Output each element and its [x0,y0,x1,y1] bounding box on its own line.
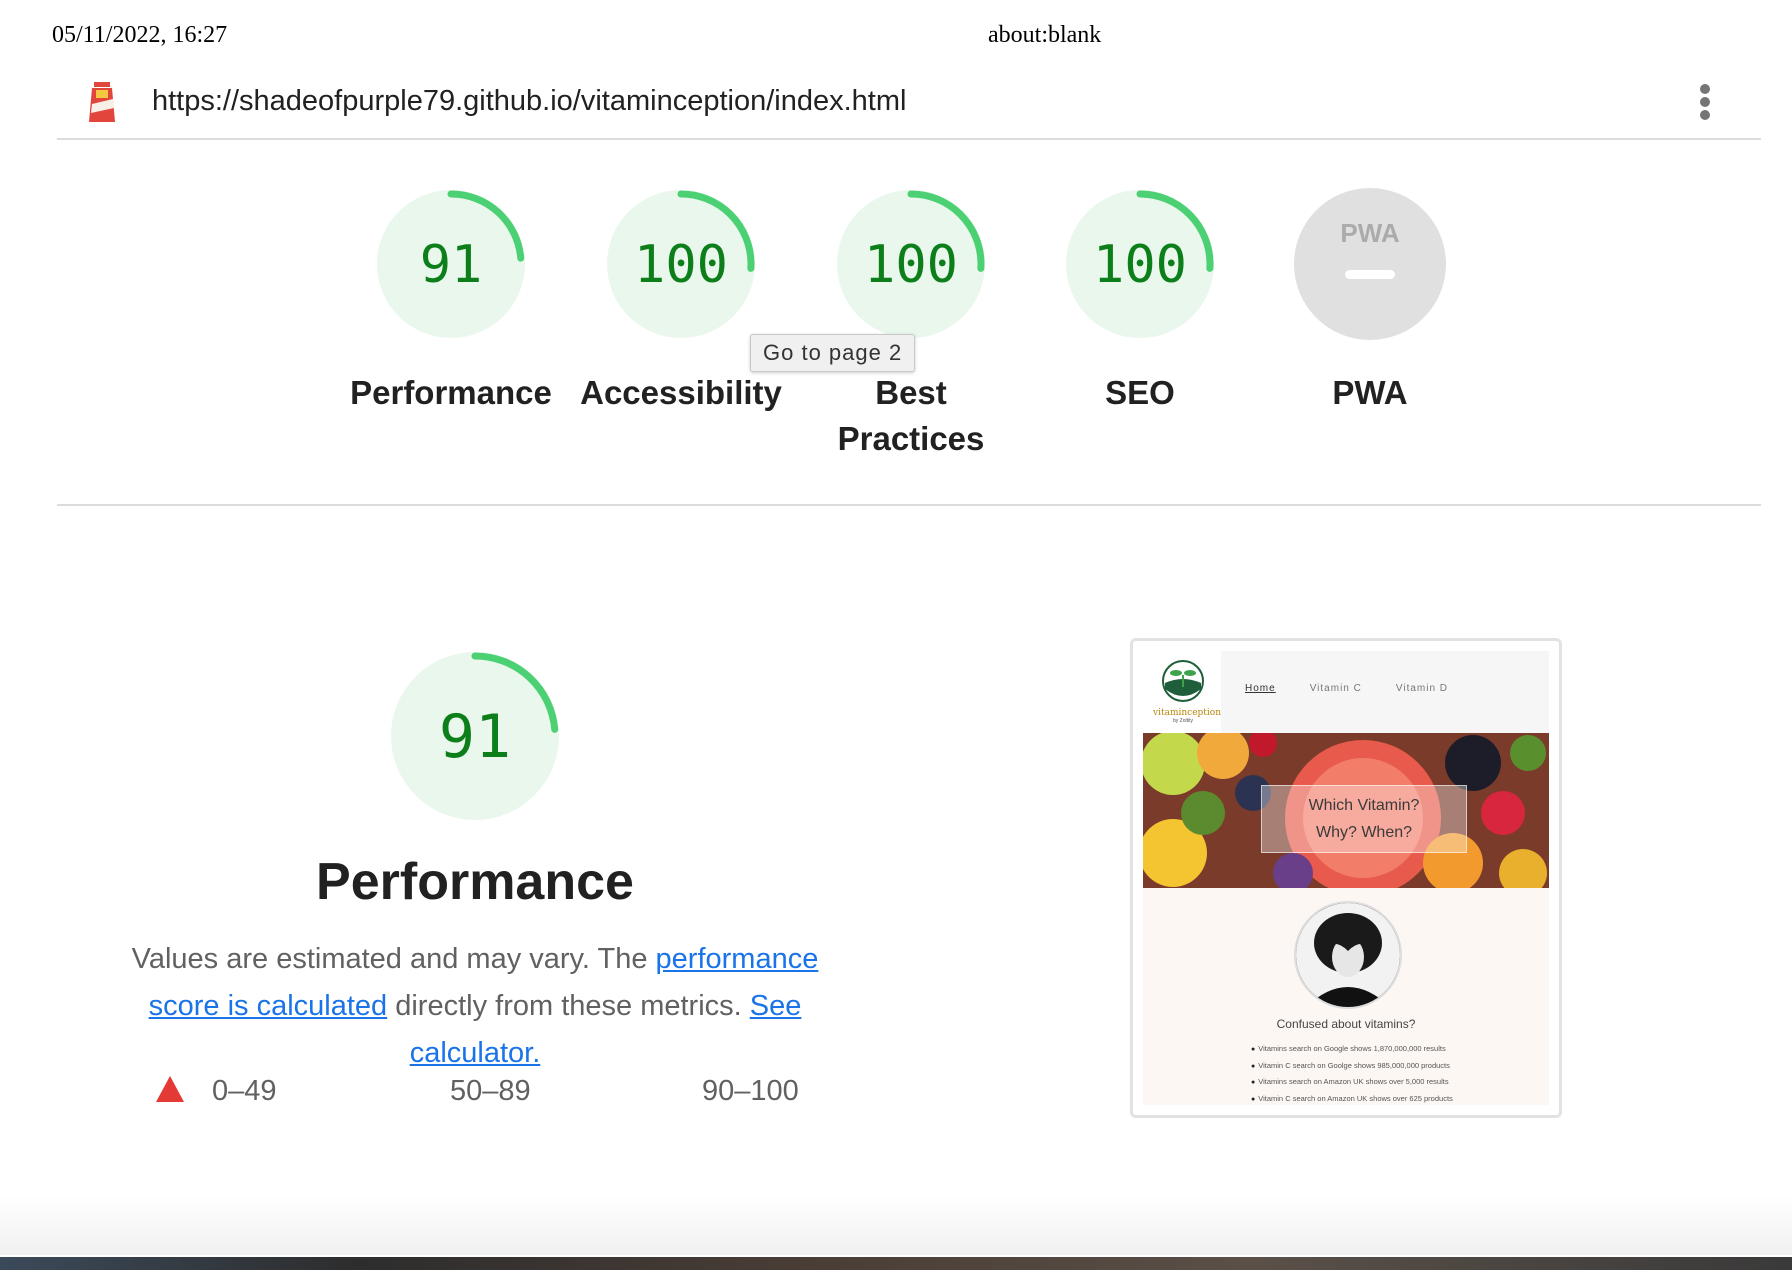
gauge-accessibility[interactable]: 100 Accessibility [576,186,786,416]
gauge-best-practices-ring: 100 [837,190,985,338]
screenshot-list-item: Vitamins search on Amazon UK shows over … [1251,1074,1453,1091]
pwa-badge-icon: PWA [1340,218,1399,248]
page-bottom-fade [0,1195,1792,1255]
sprout-logo-icon [1162,660,1204,702]
hero-line-2: Why? When? [1315,824,1413,841]
legend-pass-label: 90–100 [702,1075,799,1107]
screenshot-hero: Which Vitamin? Why? When? [1143,733,1549,888]
screenshot-list-item: Vitamin C search on Amazon UK shows over… [1251,1091,1453,1106]
gauge-accessibility-ring: 100 [607,190,755,338]
performance-gauge[interactable]: 91 [389,650,561,822]
gauge-seo[interactable]: 100 SEO [1035,186,1245,416]
hero-line-1: Which Vitamin? [1308,797,1420,814]
screenshot-nav-vitamin-d: Vitamin D [1395,683,1449,694]
desc-prefix: Values are estimated and may vary. The [131,943,656,975]
gauge-performance-label: Performance [350,374,552,411]
screenshot-list-item: Vitamin C search on Goolge shows 985,000… [1251,1058,1453,1075]
screenshot-nav-vitamin-c: Vitamin C [1309,683,1362,694]
screenshot-logo-text: vitaminception [1153,708,1221,718]
gauge-best-practices-label: Best Practices [837,374,985,457]
category-gauges: 91 Performance 100 Accessibility 100 Bes… [0,186,1792,466]
screenshot-navbar: vitaminception by Zoltity Home Vitamin C V… [1143,651,1549,733]
legend-fail-label: 0–49 [212,1075,277,1107]
screenshot-avatar [1294,901,1402,1009]
screenshot-nav-links: Home Vitamin C Vitamin D [1245,683,1482,694]
gauge-pwa-label: PWA [1332,374,1408,411]
screenshot-nav-home: Home [1245,683,1276,694]
kebab-menu-icon[interactable] [1699,84,1711,124]
screenshot-logo-sub: by Zoltity [1172,718,1193,724]
performance-description: Values are estimated and may vary. The p… [95,936,855,1077]
screenshot-bullet-list: Vitamins search on Google shows 1,870,00… [1251,1041,1453,1105]
page-tooltip: Go to page 2 [750,334,916,372]
print-date: 05/11/2022, 16:27 [52,22,228,48]
final-screenshot: vitaminception by Zoltity Home Vitamin C V… [1130,638,1562,1118]
performance-score: 91 [439,702,511,772]
fail-triangle-icon [156,1076,184,1102]
gauge-best-practices-score: 100 [864,235,958,295]
gauge-seo-ring: 100 [1066,190,1214,338]
gauge-accessibility-label: Accessibility [580,374,782,411]
gauge-pwa[interactable]: PWA PWA [1265,186,1475,416]
performance-title: Performance [316,853,634,911]
legend-pass: 90–100 [702,1075,799,1108]
pwa-dash-icon [1345,270,1395,279]
desc-middle: directly from these metrics. [387,990,750,1022]
screenshot-list-item: Vitamins search on Google shows 1,870,00… [1251,1041,1453,1058]
page-screenshot: vitaminception by Zoltity Home Vitamin C V… [1143,651,1549,1105]
legend-average-label: 50–89 [450,1075,531,1107]
performance-section: 91 Performance Values are estimated and … [80,650,870,1077]
woman-portrait-image [1296,903,1400,1007]
gauge-pwa-ring: PWA [1294,188,1446,340]
gauge-seo-score: 100 [1093,235,1187,295]
lighthouse-icon [89,82,115,122]
gauge-performance[interactable]: 91 Performance [346,186,556,416]
screenshot-hero-box: Which Vitamin? Why? When? [1261,785,1467,853]
report-url[interactable]: https://shadeofpurple79.github.io/vitami… [152,85,906,118]
score-legend: 0–49 50–89 90–100 [150,1075,850,1115]
report-topbar: https://shadeofpurple79.github.io/vitami… [57,72,1761,140]
gauge-seo-label: SEO [1105,374,1175,411]
screenshot-logo: vitaminception by Zoltity [1153,659,1221,725]
taskbar-strip [0,1257,1792,1270]
legend-average: 50–89 [450,1075,531,1108]
gauge-performance-ring: 91 [377,190,525,338]
gauge-performance-score: 91 [420,235,483,295]
gauge-accessibility-score: 100 [634,235,728,295]
screenshot-heading: Confused about vitamins? [1276,1017,1416,1031]
gauge-best-practices[interactable]: 100 Best Practices [806,186,1016,462]
print-title: about:blank [988,22,1102,48]
legend-fail: 0–49 [156,1075,277,1108]
section-divider [57,504,1761,506]
